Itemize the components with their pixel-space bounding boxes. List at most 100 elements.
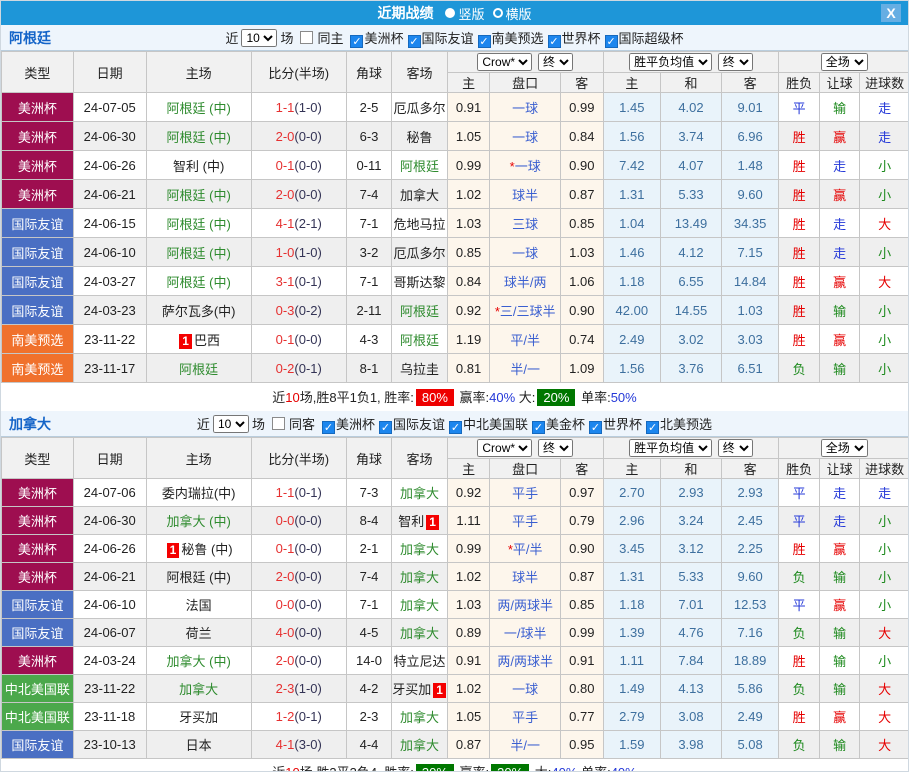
vertical-layout-radio[interactable] xyxy=(445,8,455,18)
league-checkbox[interactable]: ✓ xyxy=(379,421,392,434)
table-row: 美洲杯24-03-24加拿大 (中)2-0(0-0)14-0特立尼达0.91两/… xyxy=(2,647,909,675)
corner-cell: 7-4 xyxy=(346,563,391,591)
avg-home-cell: 1.31 xyxy=(603,180,661,209)
date-cell: 24-03-23 xyxy=(73,296,146,325)
league-checkbox[interactable]: ✓ xyxy=(548,35,561,48)
date-cell: 24-07-06 xyxy=(73,479,146,507)
league-label: 中北美国联 xyxy=(463,417,528,432)
team-name-text: 牙买加 xyxy=(179,710,218,725)
goals-result-cell: 大 xyxy=(860,267,909,296)
col-away: 客场 xyxy=(392,438,448,479)
same-venue-checkbox[interactable] xyxy=(272,417,285,430)
fulltime-score: 0-1 xyxy=(276,332,295,347)
away-odds-cell: 0.84 xyxy=(561,122,603,151)
fullmatch-select[interactable]: 全场 xyxy=(821,53,868,71)
league-filters: ✓美洲杯✓国际友谊✓南美预选✓世界杯✓国际超级杯 xyxy=(346,28,683,48)
col-handicap-result: 让球 xyxy=(819,73,859,93)
league-checkbox[interactable]: ✓ xyxy=(449,421,462,434)
league-checkbox[interactable]: ✓ xyxy=(408,35,421,48)
league-type-cell: 南美预选 xyxy=(2,325,74,354)
fulltime-score: 0-2 xyxy=(276,361,295,376)
rate-badge: 80% xyxy=(416,389,454,406)
team-name-text: 阿根廷 (中) xyxy=(167,570,231,585)
team-name-text: 阿根廷 (中) xyxy=(167,246,231,261)
corner-cell: 2-11 xyxy=(346,296,391,325)
goals-result-cell: 小 xyxy=(860,151,909,180)
handicap-result-cell: 赢 xyxy=(819,535,859,563)
fulltime-score: 2-0 xyxy=(276,653,295,668)
team-name-text: 委内瑞拉(中) xyxy=(162,486,236,501)
summary-text: 赢率: xyxy=(456,390,489,405)
away-odds-cell: 0.74 xyxy=(561,325,603,354)
league-type-cell: 美洲杯 xyxy=(2,535,74,563)
bookmaker-select[interactable]: Crow* xyxy=(477,439,532,457)
goals-result-cell: 大 xyxy=(860,731,909,759)
same-venue-checkbox[interactable] xyxy=(300,31,313,44)
corner-cell: 7-1 xyxy=(346,591,391,619)
date-cell: 24-03-27 xyxy=(73,267,146,296)
halftime-score: (0-0) xyxy=(294,187,321,202)
wdl-average-select[interactable]: 胜平负均值 xyxy=(629,53,712,71)
match-count-select[interactable]: 10 xyxy=(213,415,249,433)
table-row: 美洲杯24-07-06委内瑞拉(中)1-1(0-1)7-3加拿大0.92平手0.… xyxy=(2,479,909,507)
league-label: 南美预选 xyxy=(492,31,544,46)
handicap-cell: 一球 xyxy=(490,675,561,703)
home-team-cell: 阿根廷 (中) xyxy=(146,209,251,238)
home-odds-cell: 1.02 xyxy=(447,563,489,591)
league-label: 国际友谊 xyxy=(393,417,445,432)
goals-result-cell: 小 xyxy=(860,296,909,325)
table-row: 南美预选23-11-17阿根廷0-2(0-1)8-1乌拉圭0.81半/一1.09… xyxy=(2,354,909,383)
avg-away-cell: 9.60 xyxy=(721,563,779,591)
red-card-badge: 1 xyxy=(433,683,446,698)
fullmatch-select[interactable]: 全场 xyxy=(821,439,868,457)
league-checkbox[interactable]: ✓ xyxy=(322,421,335,434)
bookmaker-select[interactable]: Crow* xyxy=(477,53,532,71)
avg-home-cell: 1.39 xyxy=(603,619,661,647)
final-odds-select-1[interactable]: 终 xyxy=(538,53,573,71)
horizontal-layout-radio[interactable] xyxy=(493,8,503,18)
avg-away-cell: 7.15 xyxy=(721,238,779,267)
league-type-cell: 南美预选 xyxy=(2,354,74,383)
halftime-score: (1-0) xyxy=(294,245,321,260)
handicap-result-cell: 输 xyxy=(819,647,859,675)
date-cell: 24-07-05 xyxy=(73,93,146,122)
final-odds-select-1[interactable]: 终 xyxy=(538,439,573,457)
result-cell: 胜 xyxy=(779,296,819,325)
avg-home-cell: 2.70 xyxy=(603,479,661,507)
avg-draw-cell: 7.84 xyxy=(661,647,722,675)
avg-draw-cell: 3.12 xyxy=(661,535,722,563)
league-checkbox[interactable]: ✓ xyxy=(532,421,545,434)
league-checkbox[interactable]: ✓ xyxy=(605,35,618,48)
final-odds-select-2[interactable]: 终 xyxy=(718,439,753,457)
home-team-cell: 阿根廷 xyxy=(146,354,251,383)
table-row: 美洲杯24-06-261秘鲁 (中)0-1(0-0)2-1加拿大0.99*平/半… xyxy=(2,535,909,563)
team-name-text: 阿根廷 (中) xyxy=(167,217,231,232)
home-odds-cell: 1.19 xyxy=(447,325,489,354)
match-count-select[interactable]: 10 xyxy=(241,29,277,47)
col-score: 比分(半场) xyxy=(251,52,346,93)
league-checkbox[interactable]: ✓ xyxy=(478,35,491,48)
league-checkbox[interactable]: ✓ xyxy=(350,35,363,48)
col-handicap-home: 主 xyxy=(447,459,489,479)
table-row: 国际友谊24-03-23萨尔瓦多(中)0-3(0-2)2-11阿根廷0.92*三… xyxy=(2,296,909,325)
team-name-text: 加拿大 xyxy=(400,626,439,641)
league-checkbox[interactable]: ✓ xyxy=(646,421,659,434)
final-odds-select-2[interactable]: 终 xyxy=(718,53,753,71)
away-odds-cell: 0.91 xyxy=(561,647,603,675)
wdl-average-select[interactable]: 胜平负均值 xyxy=(629,439,712,457)
league-checkbox[interactable]: ✓ xyxy=(589,421,602,434)
handicap-text: 三/三球半 xyxy=(500,304,556,319)
handicap-result-cell: 走 xyxy=(819,479,859,507)
halftime-score: (1-0) xyxy=(294,681,321,696)
handicap-text: 一球 xyxy=(515,159,541,174)
table-row: 国际友谊24-03-27阿根廷 (中)3-1(0-1)7-1哥斯达黎0.84球半… xyxy=(2,267,909,296)
result-cell: 胜 xyxy=(779,122,819,151)
halftime-score: (0-1) xyxy=(294,485,321,500)
team-name-text: 加拿大 (中) xyxy=(167,654,231,669)
close-icon[interactable]: X xyxy=(881,4,901,22)
handicap-result-cell: 走 xyxy=(819,209,859,238)
league-type-cell: 美洲杯 xyxy=(2,479,74,507)
halftime-score: (0-0) xyxy=(294,569,321,584)
team-name-text: 阿根廷 xyxy=(400,159,439,174)
date-cell: 24-06-26 xyxy=(73,535,146,563)
